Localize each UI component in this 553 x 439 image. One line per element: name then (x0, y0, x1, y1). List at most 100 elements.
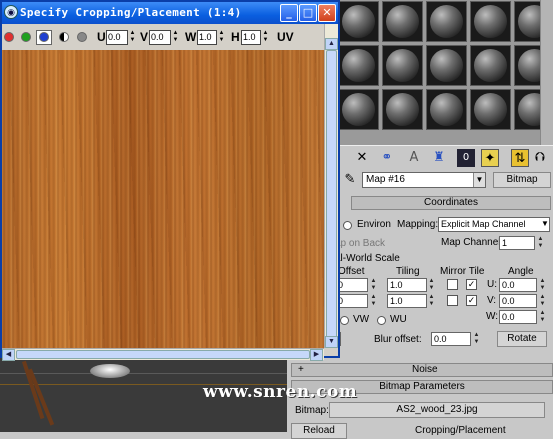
v-spinner[interactable]: 0.0 (149, 30, 171, 45)
noise-plus-label: + (298, 364, 304, 375)
spinner-arrows-icon[interactable]: ▲ ▼ (537, 236, 544, 250)
mapping-label: Mapping: (397, 219, 439, 230)
crop-placement-window: ◉ Specify Cropping/Placement (1:4) _ □ ✕… (0, 0, 340, 361)
sample-slot[interactable] (470, 1, 511, 42)
sample-slot[interactable] (382, 1, 423, 42)
angle-w-spinner[interactable]: 0.0 (499, 310, 537, 324)
map-type-button[interactable]: Bitmap (493, 172, 551, 188)
sample-slot[interactable] (426, 1, 467, 42)
angle-v-label: V: (487, 295, 497, 306)
show-map-icon[interactable]: ✦ (481, 149, 499, 167)
delete-icon[interactable]: ✕ (353, 149, 371, 167)
tiling-v-spinner[interactable]: 1.0 (387, 294, 427, 308)
sample-slot[interactable] (426, 89, 467, 130)
h-spinner[interactable]: 1.0 (241, 30, 261, 45)
spinner-arrows-icon[interactable]: ▲ ▼ (218, 30, 225, 45)
cropping-label: Cropping/Placement (415, 425, 506, 436)
offset-header: Offset (338, 266, 365, 277)
spinner-arrows-icon[interactable]: ▲ ▼ (473, 332, 480, 346)
eyedropper-icon[interactable]: ✎ (341, 171, 359, 189)
go-forward-icon[interactable]: ⮉ (531, 149, 549, 167)
blur-offset-spinner[interactable]: 0.0 (431, 332, 471, 346)
wu-label: WU (390, 314, 407, 325)
scroll-down-icon[interactable]: ▼ (325, 336, 338, 348)
material-id-icon[interactable]: 0 (457, 149, 475, 167)
put-to-library-icon[interactable]: ♜ (430, 149, 448, 167)
sample-slot[interactable] (382, 45, 423, 86)
vertical-scrollbar[interactable]: ▲ ▼ (324, 24, 338, 348)
mirror-tile-header: Mirror Tile (440, 266, 485, 277)
blur-offset-label: Blur offset: (374, 334, 422, 345)
bitmap-label: Bitmap: (295, 405, 329, 416)
spinner-arrows-icon[interactable]: ▲ ▼ (428, 278, 435, 292)
spinner-arrows-icon[interactable]: ▲ ▼ (370, 294, 377, 308)
map-channel-spinner[interactable]: 1 (499, 236, 535, 250)
tile-v-checkbox[interactable]: ✓ (466, 295, 477, 306)
u-label: U (97, 30, 106, 44)
mirror-u-checkbox[interactable] (447, 279, 458, 290)
environ-radio[interactable] (343, 221, 352, 230)
rotate-button[interactable]: Rotate (497, 331, 547, 347)
bitmap-file-button[interactable]: AS2_wood_23.jpg (329, 402, 545, 418)
green-channel-icon[interactable] (21, 32, 31, 42)
wu-radio[interactable] (377, 316, 386, 325)
minimize-button[interactable]: _ (280, 4, 298, 22)
vw-radio[interactable] (340, 316, 349, 325)
go-to-parent-icon[interactable]: ⇅ (511, 149, 529, 167)
sample-slot[interactable] (426, 45, 467, 86)
blue-channel-icon[interactable] (39, 32, 49, 42)
red-channel-icon[interactable] (4, 32, 14, 42)
sample-slot[interactable] (470, 45, 511, 86)
map-name-field[interactable]: Map #16 (362, 172, 486, 188)
side-toolbar (540, 0, 553, 145)
mono-channel-icon[interactable] (77, 32, 87, 42)
scroll-left-icon[interactable]: ◀ (2, 349, 15, 361)
spinner-arrows-icon[interactable]: ▲ ▼ (539, 278, 546, 292)
watermark-text: www.snren.com (203, 382, 358, 402)
window-titlebar[interactable]: ◉ Specify Cropping/Placement (1:4) _ □ ✕ (2, 2, 338, 24)
sample-slot[interactable] (338, 89, 379, 130)
spinner-arrows-icon[interactable]: ▲ ▼ (262, 30, 269, 45)
wood-texture-image[interactable] (2, 50, 324, 348)
noise-rollout-header[interactable]: + Noise (291, 363, 553, 377)
spinner-arrows-icon[interactable]: ▲ ▼ (172, 30, 179, 45)
tiling-u-spinner[interactable]: 1.0 (387, 278, 427, 292)
coordinates-header[interactable]: Coordinates (351, 196, 551, 210)
environ-label: Environ (357, 219, 391, 230)
vertical-scroll-thumb[interactable] (326, 50, 337, 346)
real-world-scale-label: al-World Scale (335, 253, 400, 264)
scroll-right-icon[interactable]: ▶ (310, 349, 323, 361)
get-material-icon[interactable]: A (405, 149, 423, 167)
spinner-arrows-icon[interactable]: ▲ ▼ (539, 294, 546, 308)
mapping-dropdown[interactable]: Explicit Map Channel (438, 217, 550, 232)
spinner-arrows-icon[interactable]: ▲ ▼ (539, 310, 546, 324)
sample-slot[interactable] (470, 89, 511, 130)
scroll-up-icon[interactable]: ▲ (325, 38, 338, 50)
u-spinner[interactable]: 0.0 (106, 30, 128, 45)
close-button[interactable]: ✕ (318, 4, 336, 22)
chevron-down-icon[interactable]: ▼ (473, 173, 485, 187)
spinner-arrows-icon[interactable]: ▲ ▼ (129, 30, 136, 45)
alpha-channel-icon[interactable] (59, 32, 69, 42)
lamp-object (90, 364, 130, 378)
sample-slots-grid (335, 0, 553, 145)
sample-slot[interactable] (338, 1, 379, 42)
sample-slot[interactable] (338, 45, 379, 86)
horizontal-scrollbar[interactable]: ◀ ▶ (2, 348, 324, 361)
mirror-v-checkbox[interactable] (447, 295, 458, 306)
v-label: V (140, 30, 149, 44)
assign-material-icon[interactable]: ⚭ (378, 149, 396, 167)
w-spinner[interactable]: 1.0 (197, 30, 217, 45)
sample-slot[interactable] (382, 89, 423, 130)
chevron-down-icon[interactable]: ▼ (541, 219, 549, 228)
horizontal-scroll-thumb[interactable] (16, 350, 310, 359)
reload-button[interactable]: Reload (291, 423, 347, 439)
spinner-arrows-icon[interactable]: ▲ ▼ (428, 294, 435, 308)
angle-u-spinner[interactable]: 0.0 (499, 278, 537, 292)
tile-u-checkbox[interactable]: ✓ (466, 279, 477, 290)
angle-v-spinner[interactable]: 0.0 (499, 294, 537, 308)
viewport-grid-line (0, 373, 287, 374)
spinner-arrows-icon[interactable]: ▲ ▼ (370, 278, 377, 292)
uv-toggle[interactable]: UV (277, 30, 294, 44)
maximize-button[interactable]: □ (299, 4, 317, 22)
